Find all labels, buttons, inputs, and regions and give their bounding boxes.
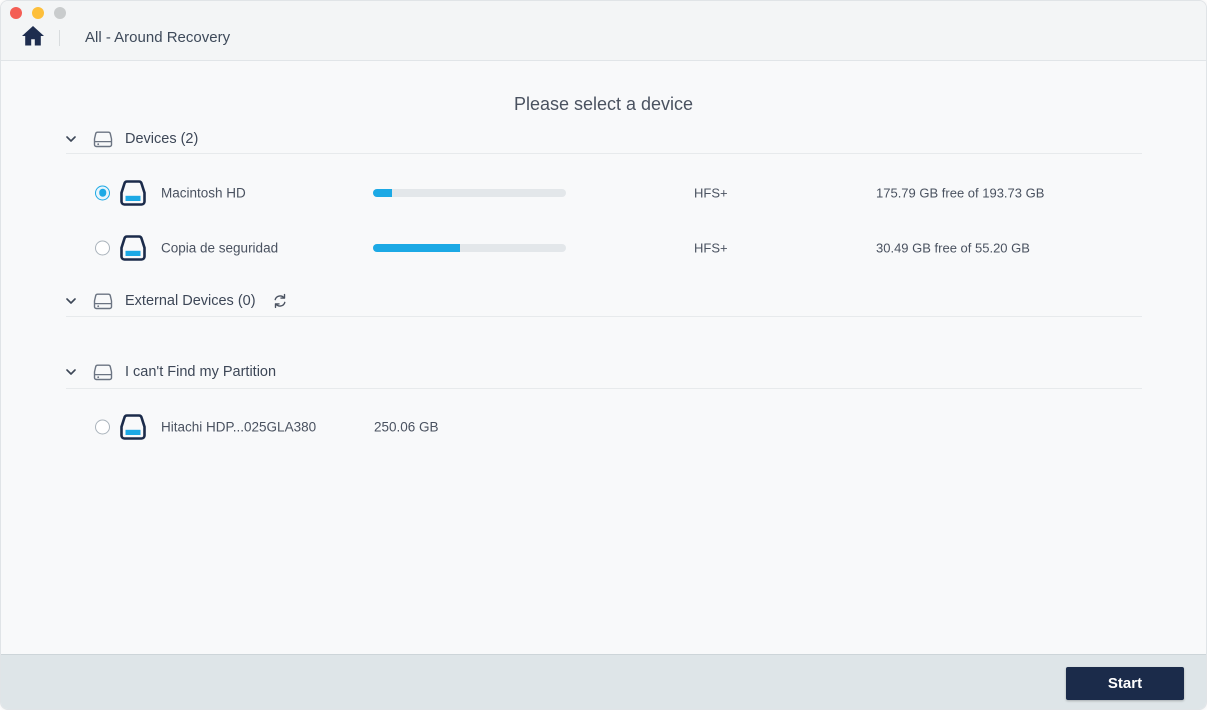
section-partition-header[interactable]: I can't Find my Partition	[1, 358, 1206, 386]
usage-progress-bar	[373, 243, 566, 252]
minimize-window-button[interactable]	[32, 7, 44, 19]
device-row-macintosh-hd[interactable]: Macintosh HD HFS+ 175.79 GB free of 193.…	[1, 165, 1206, 220]
radio-button[interactable]	[95, 419, 110, 434]
page-heading: Please select a device	[513, 94, 694, 114]
filesystem-label: HFS+	[694, 240, 728, 255]
section-external-devices-label: External Devices (0)	[125, 293, 256, 309]
section-divider	[66, 316, 1142, 317]
app-window: All - Around Recovery Please select a de…	[0, 0, 1207, 710]
section-divider	[66, 388, 1142, 389]
window-controls	[10, 7, 66, 19]
page-title: All - Around Recovery	[85, 29, 231, 46]
start-button[interactable]: Start	[1066, 667, 1184, 700]
device-size-label: 250.06 GB	[374, 419, 439, 434]
titlebar-divider	[59, 30, 60, 46]
chevron-down-icon[interactable]	[66, 369, 78, 375]
device-row-copia-de-seguridad[interactable]: Copia de seguridad HFS+ 30.49 GB free of…	[1, 220, 1206, 275]
disk-icon	[117, 413, 149, 441]
device-row-hitachi[interactable]: Hitachi HDP...025GLA380 250.06 GB	[1, 399, 1206, 454]
section-devices-header[interactable]: Devices (2)	[1, 125, 1206, 153]
hard-drive-icon	[93, 364, 113, 381]
section-devices-label: Devices (2)	[125, 131, 199, 147]
filesystem-label: HFS+	[694, 185, 728, 200]
close-window-button[interactable]	[10, 7, 22, 19]
hard-drive-icon	[93, 293, 113, 310]
disk-icon	[117, 234, 149, 262]
usage-progress-bar	[373, 188, 566, 197]
titlebar: All - Around Recovery	[1, 1, 1206, 61]
home-icon[interactable]	[21, 25, 45, 47]
free-space-label: 30.49 GB free of 55.20 GB	[876, 240, 1030, 255]
zoom-window-button[interactable]	[54, 7, 66, 19]
hard-drive-icon	[93, 131, 113, 148]
footer-bar: Start	[1, 654, 1206, 709]
device-name: Copia de seguridad	[161, 240, 279, 255]
radio-button[interactable]	[95, 185, 110, 200]
section-external-devices-header[interactable]: External Devices (0)	[1, 287, 1206, 315]
disk-icon	[117, 179, 149, 207]
main-content: Please select a device Devices (2) Macin…	[1, 62, 1206, 656]
device-name: Hitachi HDP...025GLA380	[161, 419, 317, 434]
chevron-down-icon[interactable]	[66, 136, 78, 142]
chevron-down-icon[interactable]	[66, 298, 78, 304]
device-name: Macintosh HD	[161, 185, 246, 200]
free-space-label: 175.79 GB free of 193.73 GB	[876, 185, 1045, 200]
radio-button[interactable]	[95, 240, 110, 255]
section-divider	[66, 153, 1142, 154]
section-partition-label: I can't Find my Partition	[125, 364, 277, 380]
refresh-icon[interactable]	[272, 293, 289, 310]
